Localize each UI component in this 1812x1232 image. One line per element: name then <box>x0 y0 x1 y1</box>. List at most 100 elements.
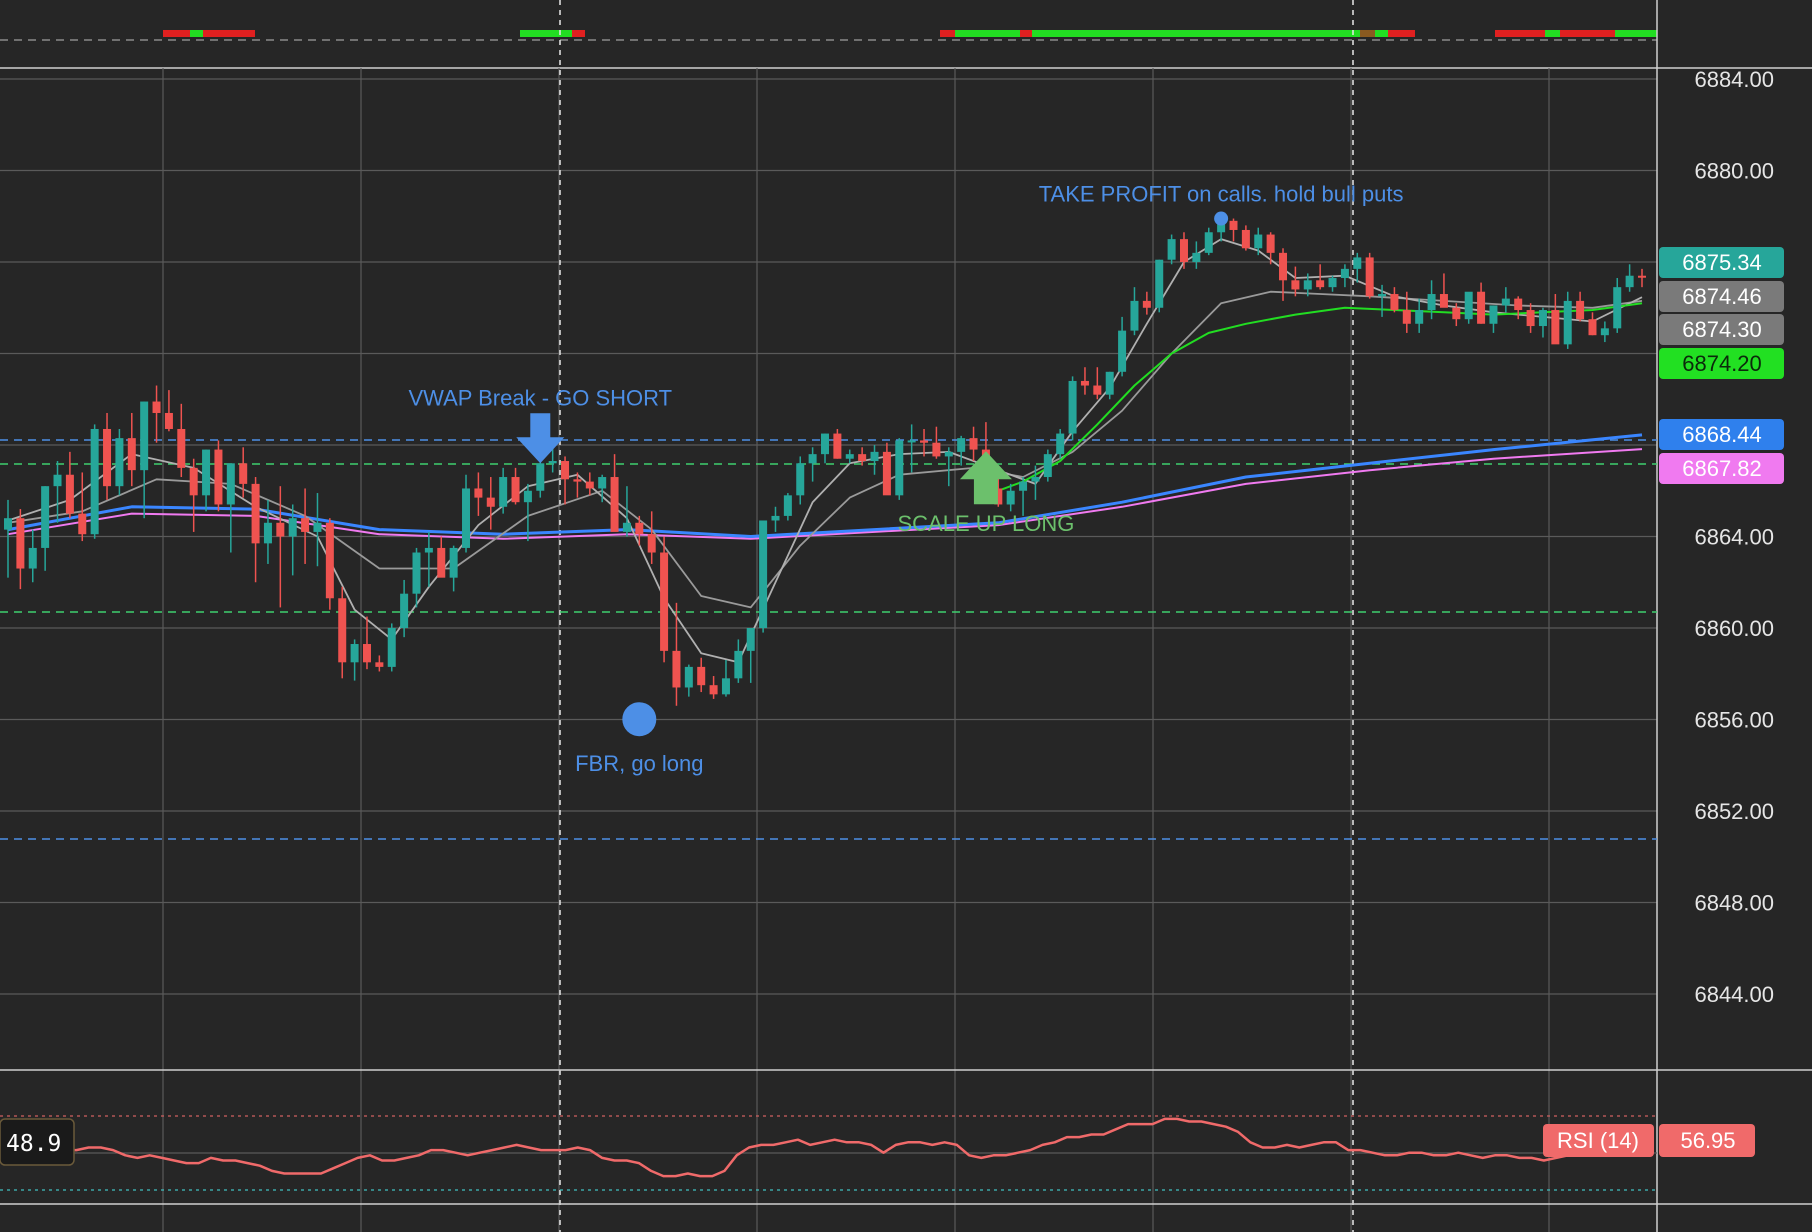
candle-body <box>1192 252 1201 262</box>
candle-body <box>548 461 557 464</box>
status-strip-segment <box>520 30 572 37</box>
candle-body <box>573 479 582 482</box>
status-strip-segment <box>1560 30 1615 37</box>
status-strip-segment <box>1615 30 1657 37</box>
candle-body <box>1266 234 1275 253</box>
status-strip-segment <box>1545 30 1560 37</box>
price-tick-label: 6880.00 <box>1694 159 1774 184</box>
candle-body <box>1588 319 1597 336</box>
candle-body <box>1340 268 1349 279</box>
circle-marker-icon <box>622 702 657 737</box>
candle-body <box>672 650 681 688</box>
candle-body <box>189 467 198 496</box>
candle-body <box>523 490 532 503</box>
status-strip-segment <box>1032 30 1360 37</box>
candle-body <box>462 488 471 548</box>
candle-body <box>1625 275 1634 288</box>
candle-body <box>1464 291 1473 320</box>
chart-window: VWAP Break - GO SHORT FBR, go long SCALE U… <box>0 0 1812 1232</box>
candle-body <box>1316 280 1325 288</box>
candle-body <box>845 454 854 459</box>
candle-body <box>1056 433 1065 455</box>
candle-body <box>313 522 322 532</box>
price-tick-label: 6860.00 <box>1694 616 1774 641</box>
candle-body <box>1390 294 1399 311</box>
candle-body <box>301 518 310 532</box>
candle-body <box>1043 454 1052 478</box>
candle-body <box>1229 220 1238 230</box>
candle-body <box>325 522 334 599</box>
candle-body <box>152 401 161 413</box>
candle-body <box>474 488 483 498</box>
candle-body <box>610 477 619 532</box>
candle-body <box>1105 371 1114 395</box>
annotation-label: SCALE UP LONG <box>897 511 1074 536</box>
candle <box>759 520 768 633</box>
candle-body <box>944 451 953 457</box>
candle <box>1365 252 1374 299</box>
candle <box>895 438 904 500</box>
price-tick-label: 6884.00 <box>1694 67 1774 92</box>
candle-body <box>598 477 607 489</box>
candle-body <box>1019 481 1028 491</box>
candle-body <box>721 678 730 695</box>
candle-body <box>895 440 904 496</box>
candle <box>1464 291 1473 324</box>
candle-body <box>882 451 891 496</box>
candle-body <box>796 463 805 496</box>
candle <box>325 518 334 610</box>
price-badge-label: 6875.34 <box>1682 250 1762 275</box>
candle-body <box>140 401 149 471</box>
candle-body <box>387 628 396 667</box>
price-tick-label: 6844.00 <box>1694 982 1774 1007</box>
candle-body <box>1563 300 1572 345</box>
candle-body <box>1378 294 1387 297</box>
candle-body <box>771 515 780 521</box>
candle-body <box>1415 310 1424 324</box>
price-tick-label: 6852.00 <box>1694 799 1774 824</box>
candle-body <box>932 442 941 457</box>
price-badge-label: 6874.46 <box>1682 284 1762 309</box>
candle-body <box>808 454 817 464</box>
candle-body <box>1167 239 1176 260</box>
candle <box>387 623 396 672</box>
price-badge: 6868.44 <box>1659 419 1784 450</box>
candle-body <box>437 547 446 578</box>
candle-body <box>1501 298 1510 306</box>
candle-body <box>1031 477 1040 482</box>
candle-body <box>263 522 272 544</box>
price-chart[interactable]: VWAP Break - GO SHORT FBR, go long SCALE U… <box>0 0 1812 1232</box>
candle-body <box>920 440 929 443</box>
candle-body <box>202 449 211 496</box>
candle-body <box>1353 257 1362 269</box>
status-strip-segment <box>1020 30 1032 37</box>
candle-body <box>28 547 37 569</box>
price-tick-label: 6864.00 <box>1694 525 1774 550</box>
annotation-label: FBR, go long <box>575 751 703 776</box>
candle-body <box>288 518 297 537</box>
candle-body <box>226 463 235 505</box>
candle-body <box>239 463 248 484</box>
candle-body <box>1452 307 1461 320</box>
candle-body <box>511 477 520 503</box>
price-badge-label: 6874.30 <box>1682 317 1762 342</box>
candle-body <box>870 451 879 462</box>
candle-body <box>350 644 359 663</box>
rsi-label: RSI (14) <box>1557 1128 1639 1153</box>
candle-body <box>1551 310 1560 345</box>
candle <box>90 424 99 539</box>
candle-body <box>103 428 112 487</box>
candle-body <box>1613 287 1622 329</box>
dot-marker-icon <box>1214 211 1229 226</box>
candle-body <box>1427 294 1436 311</box>
price-tick-label: 6848.00 <box>1694 891 1774 916</box>
candle-body <box>1489 305 1498 324</box>
candle-body <box>833 433 842 459</box>
candle-body <box>969 438 978 450</box>
candle-body <box>622 522 631 532</box>
candle-body <box>362 644 371 663</box>
candle-body <box>1291 280 1300 290</box>
candle-body <box>1538 310 1547 327</box>
candle-body <box>1204 232 1213 253</box>
candle-body <box>1241 229 1250 249</box>
